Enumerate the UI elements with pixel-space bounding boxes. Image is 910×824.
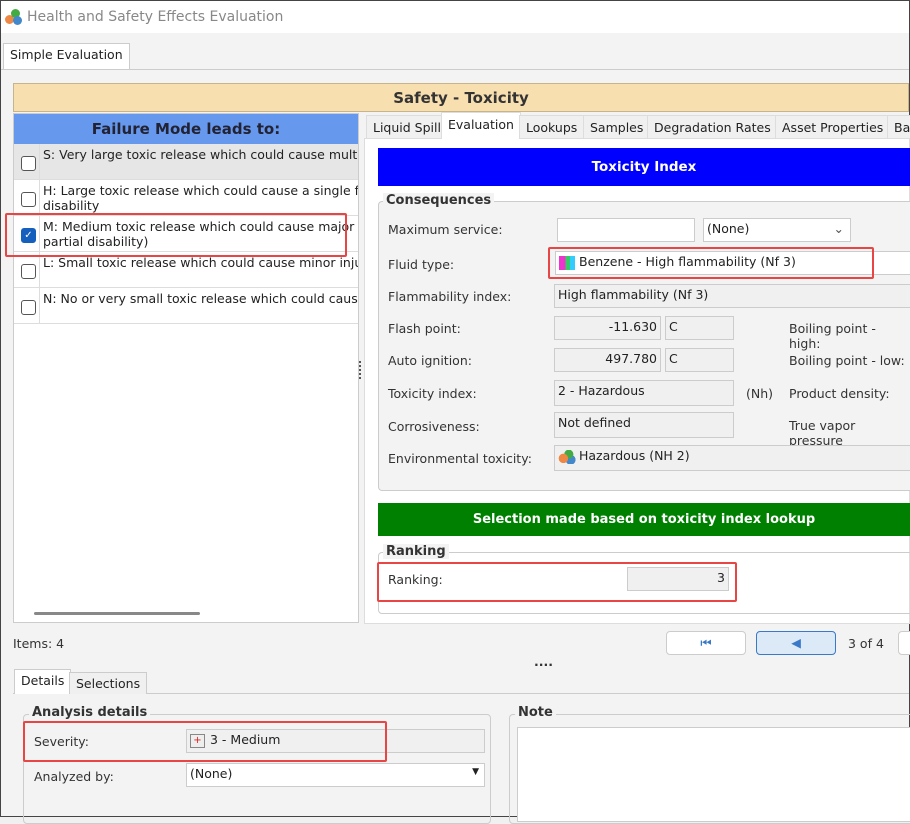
label: True vapor pressure [789,418,856,448]
label: Boiling point - low: [789,353,905,368]
label: Analyzed by: [34,769,114,784]
max-service-unit-select[interactable]: (None) ⌄ [703,218,851,242]
consequences-title: Consequences [383,193,495,208]
first-icon: ⏮ [700,635,712,650]
toxicity-index-field: 2 - Hazardous [554,380,734,406]
hazard-icon [558,449,576,464]
max-service-input[interactable] [557,218,695,242]
auto-ignition-field: 497.780 [554,348,661,372]
tab-selections[interactable]: Selections [69,672,148,694]
first-record-button[interactable]: ⏮ [666,631,746,655]
previous-record-button[interactable]: ◀ [756,631,836,655]
tab-samples[interactable]: Samples [583,115,651,139]
failure-mode-header: Failure Mode leads to: [14,114,358,144]
selection-banner: Selection made based on toxicity index l… [378,503,910,536]
title-bar: Health and Safety Effects Evaluation [1,1,909,33]
checkbox[interactable] [21,264,36,279]
label: Fluid type: [388,257,455,272]
tab-simple-evaluation[interactable]: Simple Evaluation [3,43,130,70]
window: Health and Safety Effects Evaluation Sim… [0,0,910,824]
splitter-handle[interactable]: .... [534,654,553,669]
flash-point-unit: C [665,316,734,340]
previous-icon: ◀ [791,635,801,650]
label: Boiling point - high: [789,321,876,351]
label: Corrosiveness: [388,419,480,434]
label: Product density: [789,386,890,401]
list-item[interactable]: N: No or very small toxic release which … [14,288,358,324]
analysis-title: Analysis details [29,705,151,720]
dropdown-arrow-icon: ▼ [472,767,479,777]
checkbox[interactable] [21,300,36,315]
note-title: Note [515,705,556,720]
toxicity-index-banner: Toxicity Index [378,148,910,186]
flash-point-field: -11.630 [554,316,661,340]
label: Flammability index: [388,289,512,304]
label: Maximum service: [388,222,503,237]
highlight-box [5,213,347,257]
toxicity-code: (Nh) [746,386,774,401]
ranking-title: Ranking [383,544,449,559]
tab-evaluation[interactable]: Evaluation [441,112,521,139]
section-title: Safety - Toxicity [13,83,909,112]
list-item[interactable]: S: Very large toxic release which could … [14,144,358,180]
label: Auto ignition: [388,353,472,368]
tab-asset-properties[interactable]: Asset Properties [775,115,891,139]
label: Environmental toxicity: [388,451,532,466]
checkbox[interactable] [21,192,36,207]
window-title: Health and Safety Effects Evaluation [27,9,284,25]
highlight-box [377,562,737,602]
tab-details[interactable]: Details [14,669,72,694]
corrosiveness-field: Not defined [554,412,734,438]
label: Toxicity index: [388,386,477,401]
tab-more[interactable]: Ba [887,115,910,139]
horizontal-scrollbar[interactable] [34,612,200,615]
tab-lookups[interactable]: Lookups [519,115,585,139]
highlight-box [548,247,874,279]
tab-liquid-spill[interactable]: Liquid Spill [366,115,448,139]
tab-degradation-rates[interactable]: Degradation Rates [647,115,778,139]
auto-ignition-unit: C [665,348,734,372]
list-item[interactable]: H: Large toxic release which could cause… [14,180,358,216]
analyzed-by-select[interactable]: (None) ▼ [186,763,485,787]
list-item[interactable]: L: Small toxic release which could cause… [14,252,358,288]
failure-mode-list: Failure Mode leads to: S: Very large tox… [13,113,359,623]
flammability-field: High flammability (Nf 3) [554,284,910,308]
highlight-box [23,721,387,762]
pager-text: 3 of 4 [848,636,884,651]
checkbox[interactable] [21,156,36,171]
note-textarea[interactable] [517,727,910,822]
chevron-down-icon: ⌄ [833,221,844,236]
label: Flash point: [388,321,461,336]
app-icon [5,9,23,25]
splitter-handle[interactable] [359,361,362,379]
env-toxicity-field: Hazardous (NH 2) [554,445,910,471]
next-record-button[interactable] [898,631,910,655]
items-count: Items: 4 [13,636,65,651]
